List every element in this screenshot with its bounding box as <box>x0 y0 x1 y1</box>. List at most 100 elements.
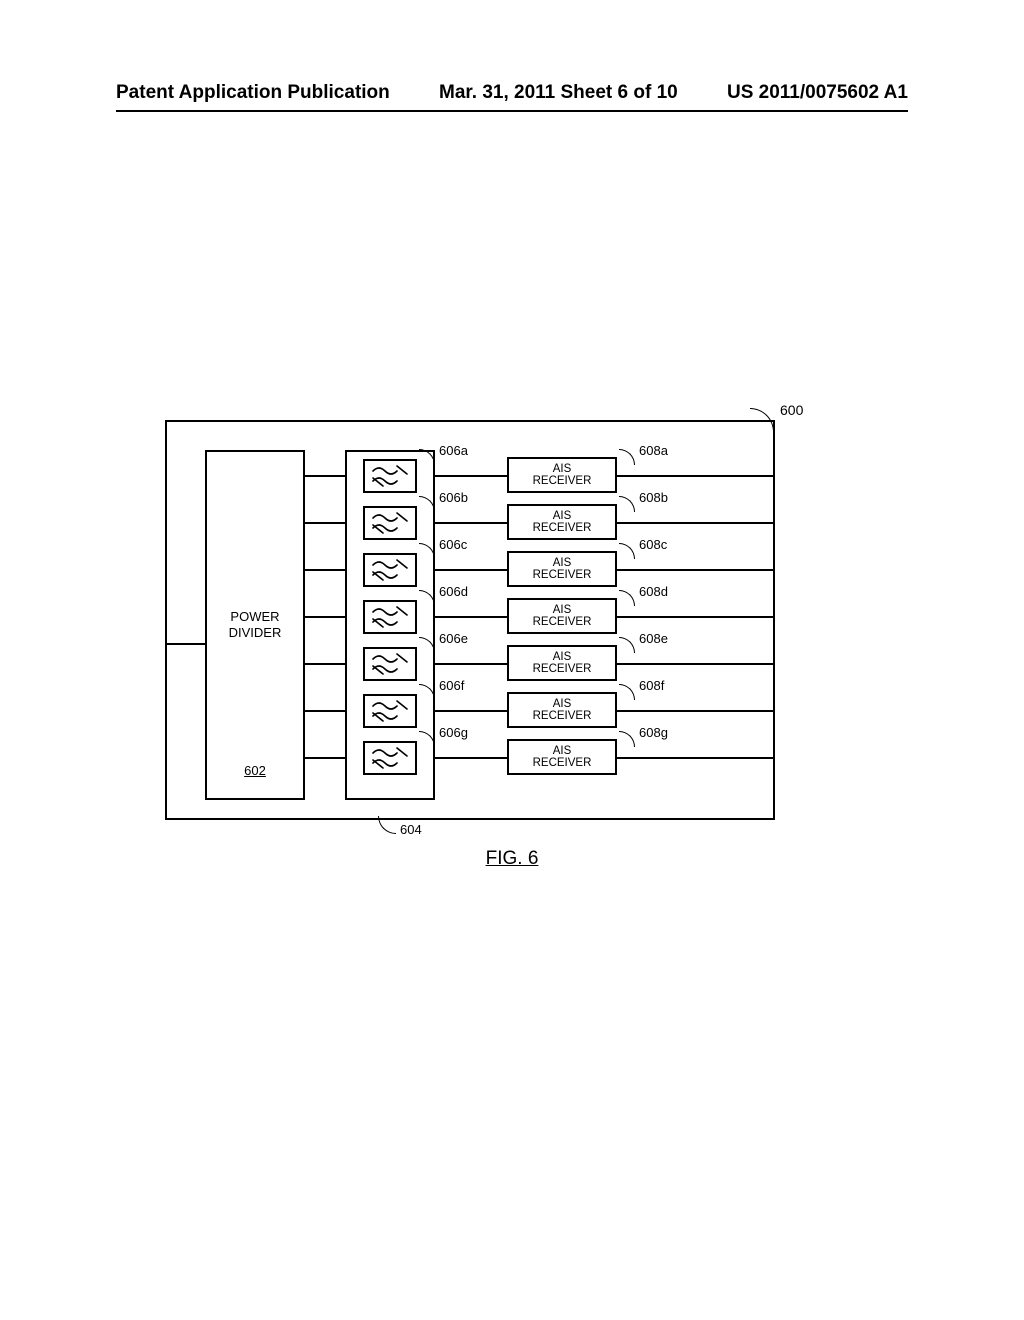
filter-ref-label: 606c <box>439 537 467 552</box>
bandpass-filter-icon <box>367 509 413 537</box>
ais-ref-label: 608a <box>639 443 668 458</box>
ais-label-1: AIS <box>553 604 572 616</box>
bandpass-filter-icon <box>367 556 413 584</box>
filter-ref-label: 606b <box>439 490 468 505</box>
leader-arc-icon <box>419 496 435 512</box>
ais-ref-label: 608e <box>639 631 668 646</box>
ais-ref-leader: 608a <box>619 443 668 465</box>
leader-arc-icon <box>619 637 635 653</box>
header-left: Patent Application Publication <box>116 82 390 104</box>
ais-ref-label: 608b <box>639 490 668 505</box>
connector-line <box>435 663 507 665</box>
ais-receiver-box: AIS RECEIVER <box>507 598 617 634</box>
connector-line <box>305 710 345 712</box>
ais-ref-leader: 608f <box>619 678 664 700</box>
bandpass-filter-box <box>363 694 417 728</box>
figure-caption: FIG. 6 <box>0 848 1024 870</box>
ais-receiver-box: AIS RECEIVER <box>507 645 617 681</box>
ais-label-1: AIS <box>553 745 572 757</box>
system-ref-label: 600 <box>780 402 803 418</box>
ais-receiver-box: AIS RECEIVER <box>507 504 617 540</box>
filter-ref-leader: 606e <box>419 631 468 653</box>
header-right: US 2011/0075602 A1 <box>727 82 908 104</box>
ais-receiver-box: AIS RECEIVER <box>507 692 617 728</box>
ais-label-2: RECEIVER <box>533 475 592 487</box>
ais-ref-label: 608c <box>639 537 667 552</box>
leader-arc-icon <box>619 731 635 747</box>
ais-ref-leader: 608d <box>619 584 668 606</box>
ais-label-2: RECEIVER <box>533 616 592 628</box>
bandpass-filter-icon <box>367 650 413 678</box>
ais-receiver-box: AIS RECEIVER <box>507 551 617 587</box>
connector-line <box>435 710 507 712</box>
filter-ref-leader: 606f <box>419 678 464 700</box>
diagram-row: 606b AIS RECEIVER 608b <box>165 500 775 544</box>
bandpass-filter-icon <box>367 697 413 725</box>
diagram-row: 606g AIS RECEIVER 608g <box>165 735 775 779</box>
leader-arc-icon <box>619 496 635 512</box>
bandpass-filter-box <box>363 647 417 681</box>
ais-label-2: RECEIVER <box>533 710 592 722</box>
connector-line <box>305 616 345 618</box>
ais-label-1: AIS <box>553 463 572 475</box>
ais-label-1: AIS <box>553 698 572 710</box>
filter-ref-leader: 606b <box>419 490 468 512</box>
connector-line <box>305 757 345 759</box>
ais-ref-leader: 608e <box>619 631 668 653</box>
ais-ref-label: 608g <box>639 725 668 740</box>
ais-ref-label: 608f <box>639 678 664 693</box>
diagram-row: 606f AIS RECEIVER 608f <box>165 688 775 732</box>
connector-line <box>435 569 507 571</box>
connector-line <box>305 522 345 524</box>
ais-label-2: RECEIVER <box>533 569 592 581</box>
filter-ref-label: 606e <box>439 631 468 646</box>
header-rule <box>116 110 908 112</box>
leader-arc-icon <box>619 684 635 700</box>
ais-label-1: AIS <box>553 557 572 569</box>
filter-ref-label: 606d <box>439 584 468 599</box>
header-mid: Mar. 31, 2011 Sheet 6 of 10 <box>439 82 678 104</box>
connector-line <box>305 569 345 571</box>
ais-ref-leader: 608g <box>619 725 668 747</box>
filter-ref-leader: 606d <box>419 584 468 606</box>
ais-label-2: RECEIVER <box>533 663 592 675</box>
leader-arc-icon <box>419 684 435 700</box>
leader-arc-icon <box>378 816 396 834</box>
ais-ref-leader: 608c <box>619 537 667 559</box>
filter-ref-leader: 606a <box>419 443 468 465</box>
output-line <box>617 569 775 571</box>
ais-receiver-box: AIS RECEIVER <box>507 457 617 493</box>
ais-label-2: RECEIVER <box>533 522 592 534</box>
output-line <box>617 663 775 665</box>
leader-arc-icon <box>419 449 435 465</box>
filter-ref-label: 606a <box>439 443 468 458</box>
connector-line <box>435 475 507 477</box>
output-line <box>617 616 775 618</box>
leader-arc-icon <box>419 731 435 747</box>
diagram-row: 606e AIS RECEIVER 608e <box>165 641 775 685</box>
ais-receiver-box: AIS RECEIVER <box>507 739 617 775</box>
bandpass-filter-box <box>363 600 417 634</box>
connector-line <box>435 616 507 618</box>
filter-ref-leader: 606g <box>419 725 468 747</box>
leader-arc-icon <box>419 637 435 653</box>
leader-arc-icon <box>619 449 635 465</box>
ais-label-1: AIS <box>553 510 572 522</box>
bandpass-filter-icon <box>367 603 413 631</box>
bandpass-filter-box <box>363 741 417 775</box>
diagram-row: 606a AIS RECEIVER 608a <box>165 453 775 497</box>
bandpass-filter-icon <box>367 462 413 490</box>
ais-label-1: AIS <box>553 651 572 663</box>
filter-bank-ref: 604 <box>400 822 422 837</box>
connector-line <box>435 522 507 524</box>
output-line <box>617 757 775 759</box>
output-line <box>617 710 775 712</box>
connector-line <box>305 475 345 477</box>
bandpass-filter-box <box>363 553 417 587</box>
bandpass-filter-icon <box>367 744 413 772</box>
connector-line <box>305 663 345 665</box>
output-line <box>617 522 775 524</box>
page-header: Patent Application Publication Mar. 31, … <box>0 82 1024 104</box>
leader-arc-icon <box>419 543 435 559</box>
leader-arc-icon <box>419 590 435 606</box>
